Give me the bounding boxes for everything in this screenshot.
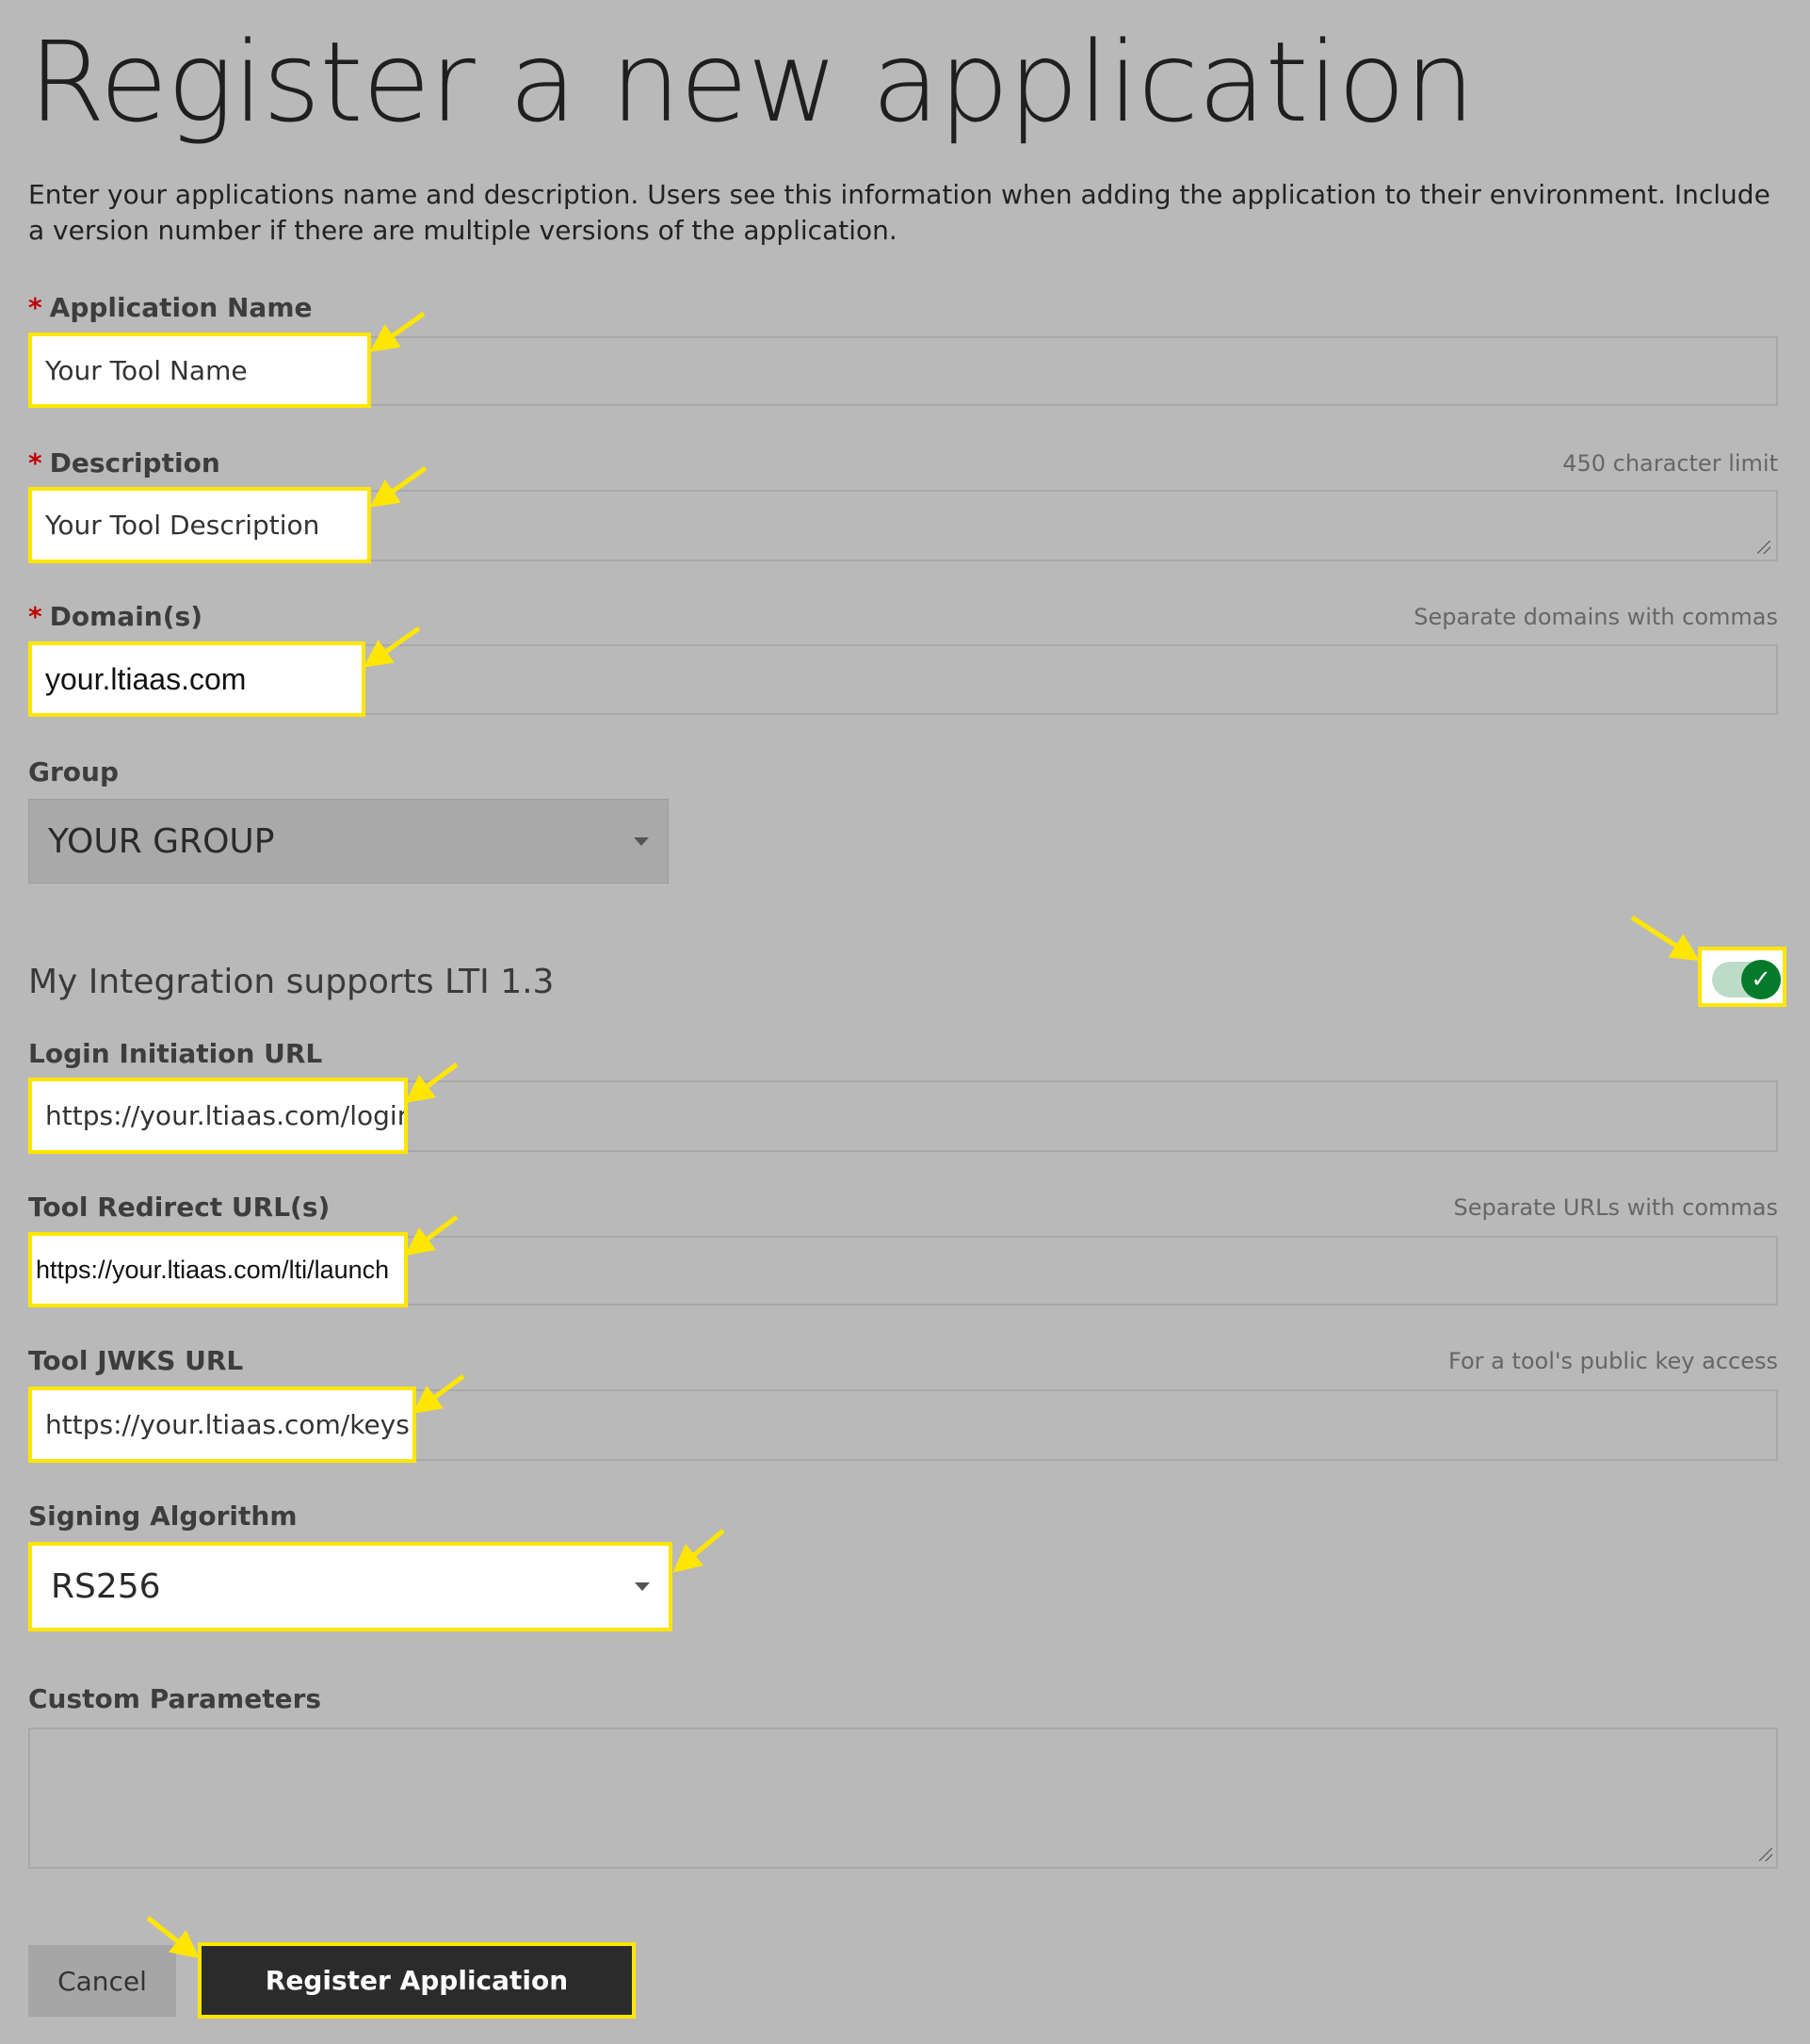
page-title: Register a new application bbox=[28, 17, 1475, 147]
redirect-urls-input[interactable]: https://your.ltiaas.com/lti/launch bbox=[28, 1232, 408, 1307]
domains-hint: Separate domains with commas bbox=[1414, 604, 1778, 630]
group-label: Group bbox=[28, 756, 120, 787]
lti13-heading: My Integration supports LTI 1.3 bbox=[28, 963, 555, 1001]
group-value: YOUR GROUP bbox=[48, 821, 275, 861]
login-url-input[interactable]: https://your.ltiaas.com/login bbox=[28, 1078, 408, 1154]
domains-input[interactable]: your.ltiaas.com bbox=[28, 641, 365, 717]
arrow-icon bbox=[1630, 915, 1700, 962]
chevron-down-icon bbox=[634, 836, 649, 846]
domains-label: * Domain(s) bbox=[28, 601, 202, 632]
label-text: Application Name bbox=[49, 292, 313, 323]
register-application-button[interactable]: Register Application bbox=[198, 1942, 636, 2019]
signing-algorithm-value: RS256 bbox=[51, 1567, 161, 1606]
description-label: * Description bbox=[28, 447, 220, 479]
description-input[interactable]: Your Tool Description bbox=[28, 487, 371, 563]
jwks-url-label: Tool JWKS URL bbox=[28, 1345, 244, 1376]
custom-params-textarea[interactable] bbox=[28, 1728, 1778, 1869]
app-name-label: * Application Name bbox=[28, 292, 313, 323]
required-marker: * bbox=[28, 447, 42, 479]
redirect-urls-label: Tool Redirect URL(s) bbox=[28, 1192, 331, 1223]
chevron-down-icon bbox=[635, 1582, 650, 1591]
group-select[interactable]: YOUR GROUP bbox=[28, 799, 669, 884]
label-text: Domain(s) bbox=[49, 601, 202, 632]
app-name-input[interactable]: Your Tool Name bbox=[28, 333, 371, 408]
jwks-url-hint: For a tool's public key access bbox=[1448, 1348, 1778, 1374]
resize-handle[interactable] bbox=[1757, 541, 1770, 554]
label-text: Description bbox=[49, 447, 220, 479]
redirect-urls-hint: Separate URLs with commas bbox=[1453, 1194, 1778, 1221]
resize-handle[interactable] bbox=[1759, 1848, 1772, 1861]
required-marker: * bbox=[28, 292, 42, 323]
jwks-url-input[interactable]: https://your.ltiaas.com/keys bbox=[28, 1387, 416, 1463]
custom-params-label: Custom Parameters bbox=[28, 1683, 322, 1714]
description-hint: 450 character limit bbox=[1562, 450, 1778, 477]
arrow-icon bbox=[672, 1529, 725, 1573]
signing-algorithm-select[interactable]: RS256 bbox=[28, 1542, 672, 1631]
cancel-button[interactable]: Cancel bbox=[28, 1945, 176, 2017]
required-marker: * bbox=[28, 601, 42, 632]
lti13-toggle[interactable]: ✓ bbox=[1698, 947, 1786, 1007]
login-url-label: Login Initiation URL bbox=[28, 1038, 323, 1069]
intro-text: Enter your applications name and descrip… bbox=[28, 179, 1770, 246]
signing-algorithm-label: Signing Algorithm bbox=[28, 1501, 298, 1532]
check-icon: ✓ bbox=[1741, 960, 1781, 999]
